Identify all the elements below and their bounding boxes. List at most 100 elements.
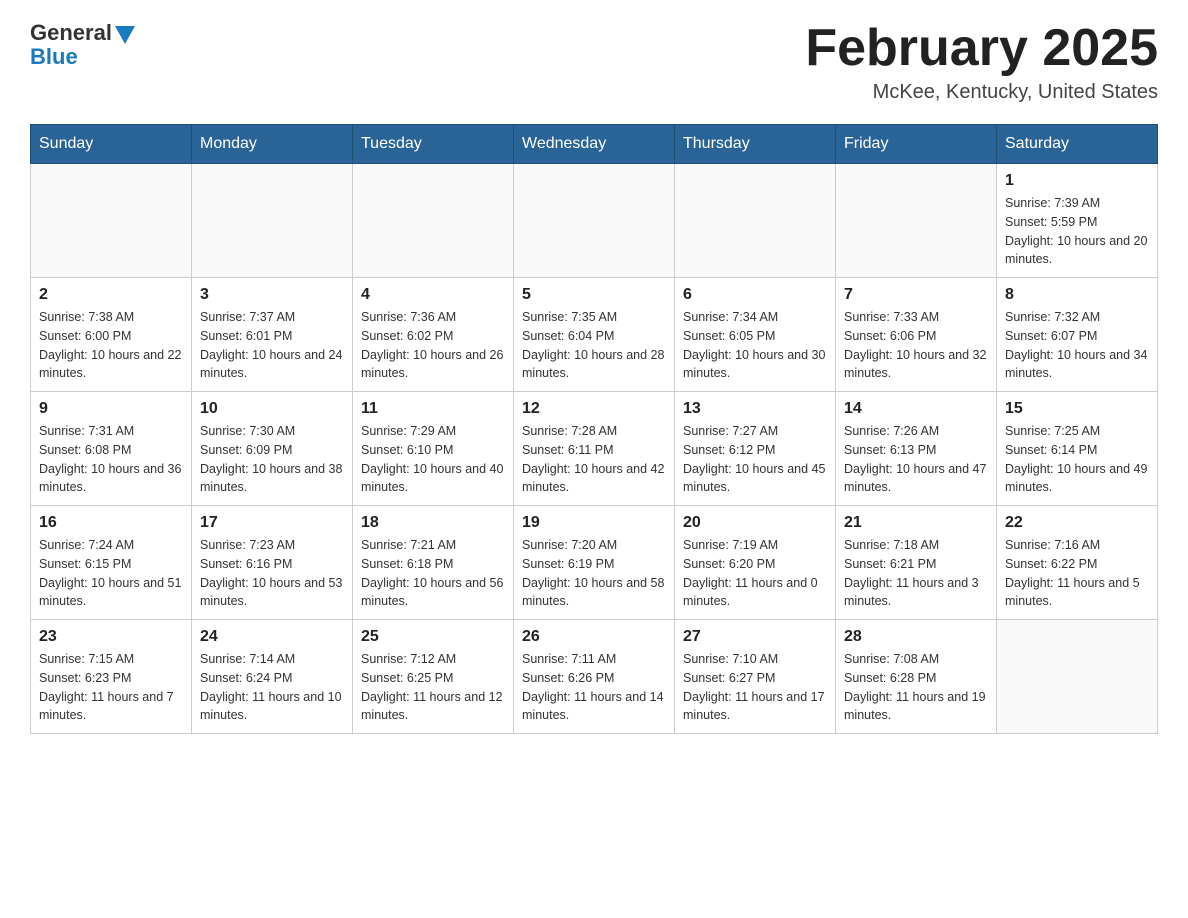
calendar-cell: 21Sunrise: 7:18 AMSunset: 6:21 PMDayligh…: [836, 506, 997, 620]
day-info: Sunrise: 7:25 AMSunset: 6:14 PMDaylight:…: [1005, 422, 1149, 497]
weekday-header-wednesday: Wednesday: [514, 125, 675, 164]
week-row-2: 2 Sunrise: 7:38 AMSunset: 6:00 PMDaylight…: [31, 278, 1158, 392]
day-info: Sunrise: 7:14 AMSunset: 6:24 PMDaylight:…: [200, 650, 344, 725]
day-number: 24: [200, 628, 344, 646]
day-info: Sunrise: 7:30 AMSunset: 6:09 PMDaylight:…: [200, 422, 344, 497]
weekday-header-thursday: Thursday: [675, 125, 836, 164]
calendar-cell: 16 Sunrise: 7:24 AMSunset: 6:15 PMDayligh…: [31, 506, 192, 620]
calendar-cell: [997, 620, 1158, 734]
calendar-cell: 8Sunrise: 7:32 AMSunset: 6:07 PMDaylight…: [997, 278, 1158, 392]
day-info: Sunrise: 7:12 AMSunset: 6:25 PMDaylight:…: [361, 650, 505, 725]
logo-blue-text: Blue: [30, 44, 78, 70]
calendar-cell: 15 Sunrise: 7:25 AMSunset: 6:14 PMDayligh…: [997, 392, 1158, 506]
calendar-table: SundayMondayTuesdayWednesdayThursdayFrid…: [30, 124, 1158, 734]
day-info: Sunrise: 7:27 AMSunset: 6:12 PMDaylight:…: [683, 422, 827, 497]
day-info: Sunrise: 7:16 AMSunset: 6:22 PMDaylight:…: [1005, 536, 1149, 611]
day-info: Sunrise: 7:10 AMSunset: 6:27 PMDaylight:…: [683, 650, 827, 725]
calendar-cell: 25Sunrise: 7:12 AMSunset: 6:25 PMDayligh…: [353, 620, 514, 734]
calendar-cell: 22 Sunrise: 7:16 AMSunset: 6:22 PMDayligh…: [997, 506, 1158, 620]
weekday-header-monday: Monday: [192, 125, 353, 164]
day-number: 16: [39, 514, 183, 532]
calendar-cell: [31, 164, 192, 278]
day-info: Sunrise: 7:29 AMSunset: 6:10 PMDaylight:…: [361, 422, 505, 497]
day-info: Sunrise: 7:34 AMSunset: 6:05 PMDaylight:…: [683, 308, 827, 383]
week-row-1: 1 Sunrise: 7:39 AMSunset: 5:59 PMDaylight…: [31, 164, 1158, 278]
day-info: Sunrise: 7:33 AMSunset: 6:06 PMDaylight:…: [844, 308, 988, 383]
day-info: Sunrise: 7:28 AMSunset: 6:11 PMDaylight:…: [522, 422, 666, 497]
day-info: Sunrise: 7:20 AMSunset: 6:19 PMDaylight:…: [522, 536, 666, 611]
calendar-cell: 19 Sunrise: 7:20 AMSunset: 6:19 PMDayligh…: [514, 506, 675, 620]
calendar-cell: 5Sunrise: 7:35 AMSunset: 6:04 PMDaylight…: [514, 278, 675, 392]
page-header: General Blue February 2025 McKee, Kentuc…: [30, 20, 1158, 104]
calendar-cell: 7 Sunrise: 7:33 AMSunset: 6:06 PMDaylight…: [836, 278, 997, 392]
day-info: Sunrise: 7:11 AMSunset: 6:26 PMDaylight:…: [522, 650, 666, 725]
week-row-3: 9Sunrise: 7:31 AMSunset: 6:08 PMDaylight…: [31, 392, 1158, 506]
day-number: 18: [361, 514, 505, 532]
calendar-cell: [675, 164, 836, 278]
day-number: 2: [39, 286, 183, 304]
day-info: Sunrise: 7:24 AMSunset: 6:15 PMDaylight:…: [39, 536, 183, 611]
day-number: 3: [200, 286, 344, 304]
calendar-cell: [192, 164, 353, 278]
calendar-cell: [836, 164, 997, 278]
day-number: 27: [683, 628, 827, 646]
day-number: 11: [361, 400, 505, 418]
day-number: 28: [844, 628, 988, 646]
location-text: McKee, Kentucky, United States: [805, 81, 1158, 104]
day-info: Sunrise: 7:38 AMSunset: 6:00 PMDaylight:…: [39, 308, 183, 383]
day-number: 22: [1005, 514, 1149, 532]
day-number: 21: [844, 514, 988, 532]
calendar-cell: 18Sunrise: 7:21 AMSunset: 6:18 PMDayligh…: [353, 506, 514, 620]
calendar-cell: 28 Sunrise: 7:08 AMSunset: 6:28 PMDayligh…: [836, 620, 997, 734]
calendar-cell: [514, 164, 675, 278]
day-info: Sunrise: 7:39 AMSunset: 5:59 PMDaylight:…: [1005, 194, 1149, 269]
day-number: 10: [200, 400, 344, 418]
day-number: 9: [39, 400, 183, 418]
weekday-header-row: SundayMondayTuesdayWednesdayThursdayFrid…: [31, 125, 1158, 164]
day-number: 12: [522, 400, 666, 418]
day-number: 4: [361, 286, 505, 304]
day-info: Sunrise: 7:19 AMSunset: 6:20 PMDaylight:…: [683, 536, 827, 611]
calendar-body: 1 Sunrise: 7:39 AMSunset: 5:59 PMDaylight…: [31, 164, 1158, 734]
calendar-cell: 27 Sunrise: 7:10 AMSunset: 6:27 PMDayligh…: [675, 620, 836, 734]
month-title: February 2025: [805, 20, 1158, 77]
day-number: 6: [683, 286, 827, 304]
calendar-cell: 17 Sunrise: 7:23 AMSunset: 6:16 PMDayligh…: [192, 506, 353, 620]
calendar-cell: 12 Sunrise: 7:28 AMSunset: 6:11 PMDayligh…: [514, 392, 675, 506]
calendar-cell: 6 Sunrise: 7:34 AMSunset: 6:05 PMDaylight…: [675, 278, 836, 392]
day-info: Sunrise: 7:08 AMSunset: 6:28 PMDaylight:…: [844, 650, 988, 725]
weekday-header-tuesday: Tuesday: [353, 125, 514, 164]
calendar-cell: 11 Sunrise: 7:29 AMSunset: 6:10 PMDayligh…: [353, 392, 514, 506]
weekday-header-friday: Friday: [836, 125, 997, 164]
logo-triangle-icon: [115, 26, 135, 44]
day-info: Sunrise: 7:26 AMSunset: 6:13 PMDaylight:…: [844, 422, 988, 497]
day-number: 23: [39, 628, 183, 646]
calendar-cell: 4Sunrise: 7:36 AMSunset: 6:02 PMDaylight…: [353, 278, 514, 392]
day-info: Sunrise: 7:37 AMSunset: 6:01 PMDaylight:…: [200, 308, 344, 383]
calendar-cell: 14Sunrise: 7:26 AMSunset: 6:13 PMDayligh…: [836, 392, 997, 506]
day-number: 7: [844, 286, 988, 304]
logo-general-text: General: [30, 20, 112, 46]
title-section: February 2025 McKee, Kentucky, United St…: [805, 20, 1158, 104]
calendar-cell: 24 Sunrise: 7:14 AMSunset: 6:24 PMDayligh…: [192, 620, 353, 734]
calendar-cell: 1 Sunrise: 7:39 AMSunset: 5:59 PMDaylight…: [997, 164, 1158, 278]
calendar-cell: 2 Sunrise: 7:38 AMSunset: 6:00 PMDaylight…: [31, 278, 192, 392]
calendar-cell: [353, 164, 514, 278]
day-info: Sunrise: 7:35 AMSunset: 6:04 PMDaylight:…: [522, 308, 666, 383]
day-number: 13: [683, 400, 827, 418]
day-number: 19: [522, 514, 666, 532]
day-info: Sunrise: 7:15 AMSunset: 6:23 PMDaylight:…: [39, 650, 183, 725]
calendar-cell: 13 Sunrise: 7:27 AMSunset: 6:12 PMDayligh…: [675, 392, 836, 506]
calendar-cell: 20Sunrise: 7:19 AMSunset: 6:20 PMDayligh…: [675, 506, 836, 620]
day-number: 8: [1005, 286, 1149, 304]
weekday-header-sunday: Sunday: [31, 125, 192, 164]
calendar-header: SundayMondayTuesdayWednesdayThursdayFrid…: [31, 125, 1158, 164]
day-number: 1: [1005, 172, 1149, 190]
week-row-5: 23 Sunrise: 7:15 AMSunset: 6:23 PMDayligh…: [31, 620, 1158, 734]
day-info: Sunrise: 7:23 AMSunset: 6:16 PMDaylight:…: [200, 536, 344, 611]
day-number: 17: [200, 514, 344, 532]
calendar-cell: 26Sunrise: 7:11 AMSunset: 6:26 PMDayligh…: [514, 620, 675, 734]
calendar-cell: 3 Sunrise: 7:37 AMSunset: 6:01 PMDaylight…: [192, 278, 353, 392]
day-number: 15: [1005, 400, 1149, 418]
week-row-4: 16 Sunrise: 7:24 AMSunset: 6:15 PMDayligh…: [31, 506, 1158, 620]
